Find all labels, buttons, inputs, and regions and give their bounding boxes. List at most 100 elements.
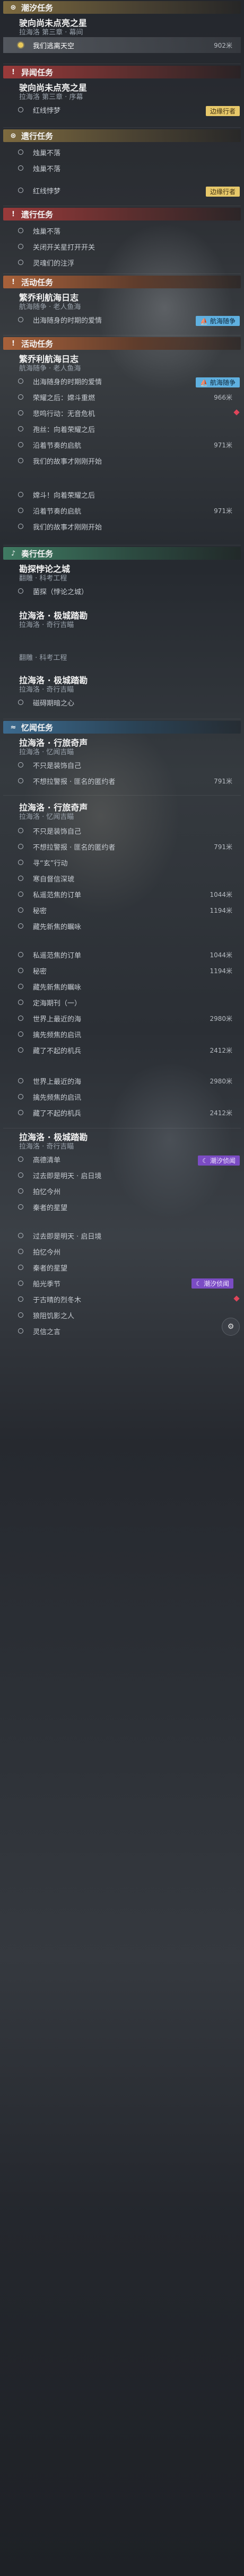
quest-step[interactable]: 擒先频焦的启讯 (3, 1089, 241, 1105)
step-circle-icon (18, 524, 23, 529)
step-label: 拍忆今州 (33, 1188, 61, 1196)
tracked-quest-step[interactable]: 我们逃离天空 902米 (3, 37, 241, 53)
step-label: 藏先新焦的瞩咏 (33, 983, 82, 992)
quest-step[interactable]: 寻“玄”行动 (3, 854, 241, 870)
quest-step[interactable]: 寒自督信深琥 (3, 870, 241, 886)
quest-step[interactable]: 不想拉警报 · 匪名的匿约者 791米 (3, 773, 241, 789)
distance-label: 966米 (214, 393, 232, 401)
quest-step[interactable]: 红线悖梦 (3, 102, 241, 118)
step-label: 磁碍期暗之心 (33, 699, 75, 708)
step-circle-icon (18, 1078, 23, 1083)
step-label: 秦者的星望 (33, 1264, 68, 1273)
quest-step[interactable]: 烛巢不落 (3, 223, 241, 239)
distance-label: 2980米 (210, 1077, 232, 1085)
quest-step[interactable]: 烛巢不落 (3, 160, 241, 176)
step-label: 拍忆今州 (33, 1248, 61, 1257)
step-circle-icon (18, 1110, 23, 1115)
step-circle-icon (18, 394, 23, 400)
step-label: 关闭开关星打开开关 (33, 243, 95, 252)
quest-step[interactable]: 灵魂们的注浮 (3, 254, 241, 270)
quest-step[interactable]: 秘密 1194米 (3, 902, 241, 918)
distance-label: 1044米 (210, 951, 232, 959)
step-circle-icon (18, 762, 23, 767)
quest-step[interactable]: 荣耀之后：嫦斗重燃 966米 (3, 389, 241, 405)
quest-step[interactable]: 不只是装饰自己 (3, 757, 241, 773)
quest-step[interactable]: 沿着节奏的启航 971米 (3, 502, 241, 518)
step-circle-icon (18, 828, 23, 833)
quest-step[interactable]: 我们的故事才刚刚开始 (3, 453, 241, 469)
distance-label: 971米 (214, 441, 232, 449)
quest-step[interactable]: 秦者的星望 (3, 1259, 241, 1275)
quest-step[interactable]: 我们的故事才刚刚开始 (3, 518, 241, 534)
step-circle-icon (18, 1265, 23, 1270)
step-label: 寻“玄”行动 (33, 859, 68, 868)
quest-step[interactable]: 藏了不起的机兵 2412米 (3, 1105, 241, 1121)
quest-step[interactable]: 私遥范焦的订单 1044米 (3, 947, 241, 963)
quest-log-stage: ⊛ 潮汐任务 驶向尚未点亮之星 拉海洛 第三章 · 幕间 我们逃离天空 902米! 异闻任务… (0, 0, 244, 2576)
gear-button[interactable]: ⚙ (222, 1318, 240, 1336)
step-label: 我们的故事才刚刚开始 (33, 523, 102, 532)
quest-step[interactable]: 藏先新焦的瞩咏 (3, 918, 241, 934)
exclamation-icon: ! (12, 210, 15, 218)
quest-step[interactable]: 藏先新焦的瞩咏 (3, 978, 241, 994)
quest-step[interactable]: 孢丝：向着荣耀之后 (3, 421, 241, 437)
step-label: 不只是装饰自己 (33, 762, 82, 770)
step-circle-icon (18, 700, 23, 705)
quest-step[interactable]: 沿着节奏的启航 971米 (3, 437, 241, 453)
quest-step[interactable]: 定海期刊（一） (3, 994, 241, 1010)
quest-step[interactable]: 世界上最近的海 2980米 (3, 1010, 241, 1026)
category-header: ♪ 奏行任务 (3, 547, 241, 560)
quest-tag: ☾ 潮汐侦闻 (198, 1155, 240, 1166)
quest-step[interactable]: 擒先频焦的启讯 (3, 1026, 241, 1042)
quest-step[interactable]: 世界上最近的海 2980米 (3, 1073, 241, 1089)
quest-step[interactable]: 过去即是明天 · 启日境 (3, 1167, 241, 1183)
quest-step[interactable]: 红线悖梦 (3, 182, 241, 198)
step-circle-icon (18, 149, 23, 155)
quest-step[interactable]: 不想拉警报 · 匪名的匿约者 791米 (3, 839, 241, 854)
step-label: 私遥范焦的订单 (33, 891, 82, 899)
quest-step[interactable]: 灵信之言 (3, 1323, 241, 1339)
step-circle-icon (18, 244, 23, 249)
step-circle-icon (18, 923, 23, 929)
quest-tag: ⛵ 航海随争 (196, 316, 240, 326)
category-label: 遗行任务 (21, 209, 54, 219)
quest-subtitle: 拉海洛 第三章 · 序幕 (19, 93, 83, 101)
step-label: 擒先频焦的启讯 (33, 1093, 82, 1102)
quest-step[interactable]: 秦者的星望 (3, 1199, 241, 1215)
step-label: 过去即是明天 · 启日境 (33, 1232, 102, 1241)
quest-subtitle: 航海随争 · 老人鱼海 (19, 365, 81, 373)
quest-step[interactable]: 悲鸣行动：无音危机 (3, 405, 241, 421)
quest-step[interactable]: 于古晴的烈冬木 (3, 1291, 241, 1307)
step-label: 藏了不起的机兵 (33, 1109, 82, 1118)
step-label: 狼阻饥影之人 (33, 1312, 75, 1320)
step-circle-icon (18, 1172, 23, 1178)
step-label: 红线悖梦 (33, 107, 61, 115)
step-label: 世界上最近的海 (33, 1015, 82, 1024)
quest-step[interactable]: 磁碍期暗之心 (3, 694, 241, 710)
quest-step[interactable]: 关闭开关星打开开关 (3, 239, 241, 254)
step-circle-icon (18, 165, 23, 171)
step-label: 灵信之言 (33, 1328, 61, 1336)
step-circle-icon (18, 952, 23, 957)
quest-step[interactable]: 藏了不起的机兵 2412米 (3, 1042, 241, 1058)
quest-step[interactable]: 拍忆今州 (3, 1183, 241, 1199)
step-label: 于古晴的烈冬木 (33, 1296, 82, 1304)
step-circle-icon (18, 107, 23, 112)
quest-step[interactable]: 秘密 1194米 (3, 963, 241, 978)
quest-step[interactable]: 菌探（悖论之城） (3, 583, 241, 599)
quest-step[interactable]: 不只是装饰自己 (3, 823, 241, 839)
quest-step[interactable]: 拍忆今州 (3, 1243, 241, 1259)
category-header: ! 活动任务 (3, 276, 241, 288)
step-label: 高德清单 (33, 1156, 61, 1165)
step-circle-icon (18, 1047, 23, 1053)
quest-step[interactable]: 狼阻饥影之人 (3, 1307, 241, 1323)
quest-step[interactable]: 过去即是明天 · 启日境 (3, 1228, 241, 1243)
quest-step[interactable]: 嫦斗！向着荣耀之后 (3, 487, 241, 502)
category-header: ⊛ 潮汐任务 (3, 1, 241, 14)
tracking-dot-icon (18, 42, 23, 48)
quest-step[interactable]: 私遥范焦的订单 1044米 (3, 886, 241, 902)
quest-step[interactable]: 烛巢不落 (3, 144, 241, 160)
step-circle-icon (18, 860, 23, 865)
quest-subtitle: 航海随争 · 老人鱼海 (19, 303, 81, 311)
step-circle-icon (18, 508, 23, 513)
